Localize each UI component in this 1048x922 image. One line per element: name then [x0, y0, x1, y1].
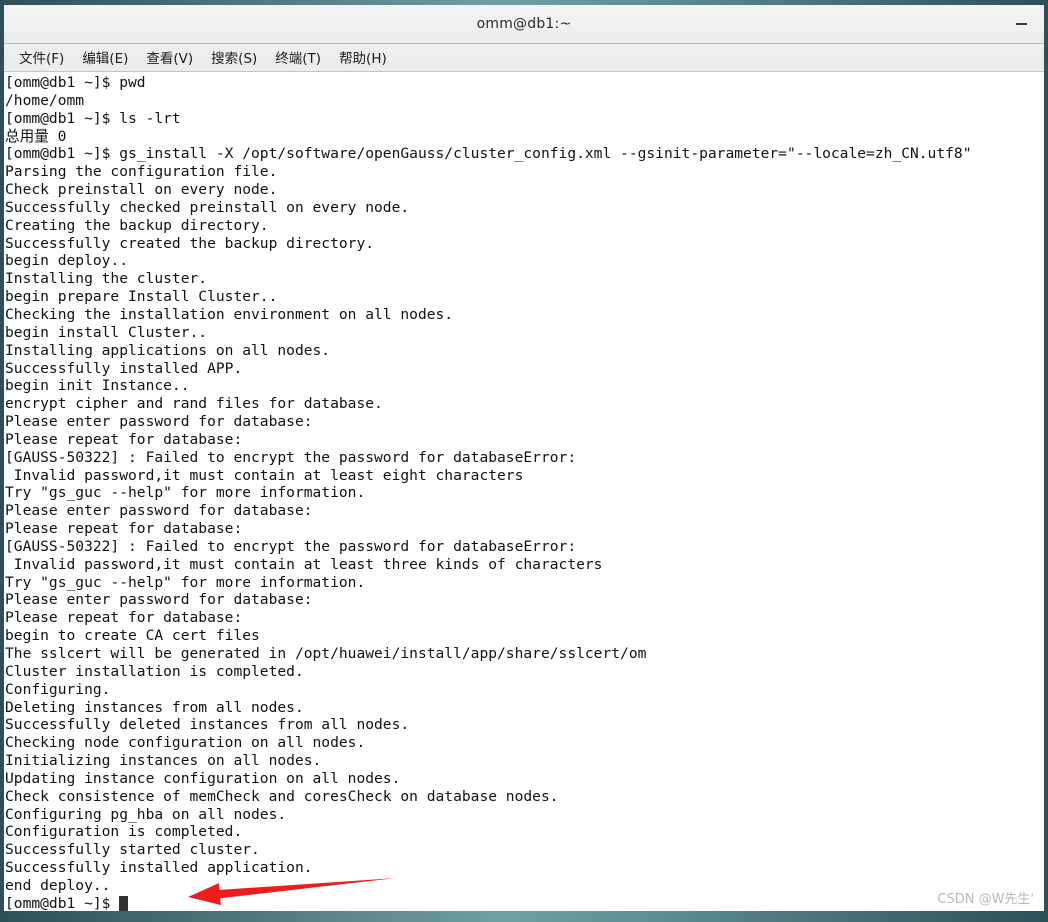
- menu-search[interactable]: 搜索(S): [202, 45, 266, 70]
- terminal-line: Successfully deleted instances from all …: [5, 716, 410, 734]
- terminal-line: Please enter password for database:: [5, 502, 313, 520]
- terminal-line: Try "gs_guc --help" for more information…: [5, 484, 366, 502]
- terminal-line: [GAUSS-50322] : Failed to encrypt the pa…: [5, 537, 577, 555]
- terminal-line: Check preinstall on every node.: [5, 181, 278, 199]
- terminal-line: Installing applications on all nodes.: [5, 341, 331, 359]
- terminal-line: encrypt cipher and rand files for databa…: [5, 395, 383, 413]
- terminal-line: Updating instance configuration on all n…: [5, 769, 401, 787]
- terminal-line: Checking node configuration on all nodes…: [5, 734, 366, 752]
- terminal-line: Deleting instances from all nodes.: [5, 698, 304, 716]
- terminal-line: begin to create CA cert files: [5, 627, 260, 645]
- menu-edit[interactable]: 编辑(E): [73, 45, 137, 70]
- terminal-output-area[interactable]: [omm@db1 ~]$ pwd/home/omm [omm@db1 ~]$ ls…: [4, 72, 1044, 911]
- terminal-window: omm@db1:~ 文件(F) 编辑(E) 查看(V) 搜索(S) 终端(T) …: [0, 0, 1048, 922]
- menu-terminal[interactable]: 终端(T): [266, 45, 330, 70]
- terminal-line: Check consistence of memCheck and coresC…: [5, 787, 559, 805]
- terminal-line: The sslcert will be generated in /opt/hu…: [5, 645, 647, 662]
- window-title: omm@db1:~: [476, 16, 572, 32]
- terminal-line: Please repeat for database:: [5, 430, 243, 448]
- window-controls: [1012, 5, 1030, 43]
- terminal-line: Configuring.: [5, 680, 111, 698]
- terminal-line: Configuration is completed.: [5, 823, 243, 841]
- terminal-line: [omm@db1 ~]$ ls -lrt: [5, 109, 181, 127]
- terminal-line: Please enter password for database:: [5, 413, 313, 431]
- shell-prompt: [omm@db1 ~]$: [5, 894, 120, 911]
- watermark: CSDN @W先生': [937, 892, 1034, 907]
- terminal-line: [GAUSS-50322] : Failed to encrypt the pa…: [5, 448, 577, 466]
- terminal-line: Checking the installation environment on…: [5, 305, 454, 323]
- terminal-line: Creating the backup directory.: [5, 216, 269, 234]
- terminal-line: end deploy..: [5, 876, 111, 894]
- terminal-line: Initializing instances on all nodes.: [5, 752, 322, 770]
- terminal-line: Try "gs_guc --help" for more information…: [5, 573, 366, 591]
- menu-view[interactable]: 查看(V): [137, 45, 202, 70]
- terminal-line: begin install Cluster..: [5, 323, 208, 341]
- menu-file[interactable]: 文件(F): [10, 45, 73, 70]
- terminal-line: Please repeat for database:: [5, 520, 243, 538]
- terminal-line: [omm@db1 ~]$ pwd: [5, 74, 146, 91]
- minimize-button[interactable]: [1012, 15, 1030, 33]
- menu-bar: 文件(F) 编辑(E) 查看(V) 搜索(S) 终端(T) 帮助(H): [4, 44, 1044, 72]
- terminal-line: Parsing the configuration file.: [5, 163, 278, 181]
- terminal-line: Successfully created the backup director…: [5, 234, 375, 252]
- terminal-prompt-line: [omm@db1 ~]$: [4, 895, 1044, 911]
- terminal-line: Cluster installation is completed.: [5, 662, 304, 680]
- terminal-scrollback: [omm@db1 ~]$ pwd/home/omm [omm@db1 ~]$ ls…: [4, 74, 1044, 911]
- menu-help[interactable]: 帮助(H): [330, 45, 396, 70]
- terminal-line: begin prepare Install Cluster..: [5, 288, 278, 306]
- minimize-icon: [1015, 23, 1027, 25]
- terminal-line: Successfully installed APP.: [5, 359, 243, 377]
- terminal-line: Invalid password,it must contain at leas…: [5, 466, 524, 484]
- title-bar[interactable]: omm@db1:~: [4, 5, 1044, 44]
- terminal-line: Successfully started cluster.: [5, 841, 260, 859]
- terminal-line: Configuring pg_hba on all nodes.: [5, 805, 287, 823]
- terminal-line: Please enter password for database:: [5, 591, 313, 609]
- terminal-line: Invalid password,it must contain at leas…: [5, 555, 603, 573]
- terminal-line: Successfully installed application.: [5, 859, 313, 877]
- terminal-line: Successfully checked preinstall on every…: [5, 198, 410, 216]
- text-cursor: [119, 895, 129, 911]
- terminal-line: Please repeat for database:: [5, 609, 243, 627]
- terminal-line: [omm@db1 ~]$ gs_install -X /opt/software…: [5, 145, 972, 163]
- terminal-line: Installing the cluster.: [5, 270, 208, 288]
- terminal-line: begin deploy..: [5, 252, 129, 270]
- terminal-line: /home/omm: [5, 91, 85, 109]
- terminal-line: 总用量 0: [5, 127, 67, 145]
- terminal-line: begin init Instance..: [5, 377, 190, 395]
